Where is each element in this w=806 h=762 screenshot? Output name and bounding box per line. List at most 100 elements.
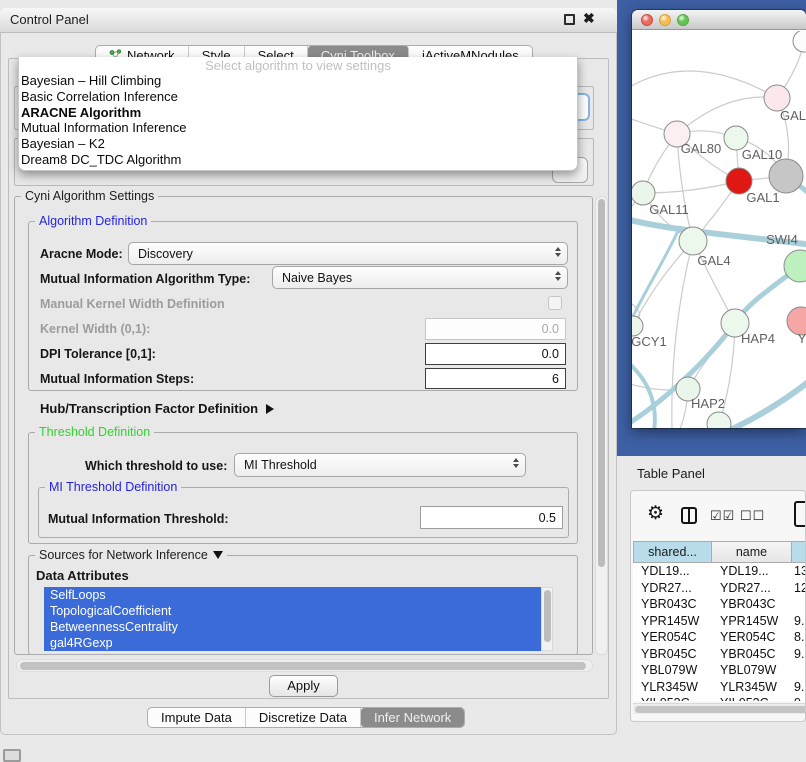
hub-definition-label: Hub/Transcription Factor Definition — [40, 401, 258, 416]
apply-button[interactable]: Apply — [269, 675, 338, 697]
table-panel-title: Table Panel — [637, 466, 705, 481]
table-cell: 13 — [792, 563, 806, 580]
attribute-item-selfloops[interactable]: SelfLoops — [44, 587, 541, 603]
network-window-titlebar — [632, 10, 806, 30]
dpi-tolerance-label: DPI Tolerance [0,1]: — [40, 347, 156, 361]
deselect-all-checkboxes-icon[interactable]: ☐☐ — [740, 508, 765, 524]
tab-infer-network[interactable]: Infer Network — [361, 708, 464, 727]
node-label-gal4: GAL4 — [697, 253, 730, 268]
control-panel-title: Control Panel — [10, 12, 89, 27]
table-horizontal-scrollbar[interactable] — [633, 703, 805, 714]
table-row[interactable]: YPR145WYPR145W9. — [633, 613, 806, 630]
algorithm-dropdown-list: Bayesian – Hill ClimbingBasic Correlatio… — [19, 73, 577, 168]
minimize-window-icon[interactable] — [659, 14, 671, 26]
network-edge-highlighted[interactable] — [728, 379, 806, 428]
scrollbar-thumb[interactable] — [598, 199, 605, 567]
node-top-right[interactable] — [793, 31, 806, 52]
table-cell: YIL052C — [712, 695, 792, 701]
close-window-icon[interactable] — [641, 14, 653, 26]
table-cell: YLR345W — [712, 679, 792, 696]
kernel-width-input[interactable] — [425, 318, 566, 340]
tab-impute-data[interactable]: Impute Data — [148, 708, 246, 727]
table-row[interactable]: YBR045CYBR045C9. — [633, 646, 806, 663]
network-edge[interactable] — [677, 97, 777, 134]
float-window-icon[interactable] — [564, 14, 575, 25]
which-threshold-combo[interactable]: MI Threshold — [234, 453, 526, 477]
table-cell: 9. — [792, 679, 806, 696]
table-row[interactable]: YLR345WYLR345W9. — [633, 679, 806, 696]
collapsed-arrow-icon — [266, 404, 274, 414]
node-label-hap4: HAP4 — [741, 331, 775, 346]
algorithm-option-dream8-dc-tdc-algorithm[interactable]: Dream8 DC_TDC Algorithm — [19, 152, 577, 168]
table-row[interactable]: YER054CYER054C8. — [633, 629, 806, 646]
zoom-window-icon[interactable] — [677, 14, 689, 26]
node-gcy1[interactable] — [632, 316, 643, 336]
node-gal4[interactable] — [679, 227, 707, 255]
table-cell: YIL052C — [633, 695, 712, 701]
mi-steps-input[interactable] — [425, 368, 566, 389]
algorithm-option-basic-correlation-inference[interactable]: Basic Correlation Inference — [19, 89, 577, 105]
column-layout-icon[interactable] — [681, 507, 697, 524]
network-edge[interactable] — [632, 71, 777, 98]
settings-vertical-scrollbar[interactable] — [595, 196, 608, 655]
dpi-tolerance-input[interactable] — [425, 343, 566, 365]
table-row[interactable]: YBL079WYBL079W — [633, 662, 806, 679]
mi-threshold-input[interactable] — [420, 506, 563, 529]
attribute-item-gal4rgexp[interactable]: gal4RGexp — [44, 635, 541, 651]
mi-algorithm-type-combo[interactable]: Naive Bayes — [272, 266, 568, 289]
column-header-3[interactable] — [792, 541, 806, 563]
manual-kernel-checkbox[interactable] — [548, 296, 562, 310]
table-cell: 9. — [792, 646, 806, 663]
table-row[interactable]: YIL052CYIL052C9 — [633, 695, 806, 701]
algorithm-option-bayesian-k2[interactable]: Bayesian – K2 — [19, 136, 577, 152]
close-panel-icon[interactable]: ✖ — [583, 10, 595, 26]
table-cell: YBL079W — [633, 662, 712, 679]
attribute-item-betweennesscentrality[interactable]: BetweennessCentrality — [44, 619, 541, 635]
sources-legend[interactable]: Sources for Network Inference — [35, 548, 227, 562]
algorithm-option-aracne-algorithm[interactable]: ARACNE Algorithm — [19, 105, 577, 121]
table-cell: YDR27... — [712, 580, 792, 597]
node-gray[interactable] — [769, 159, 803, 193]
node-label-swi4: SWI4 — [766, 232, 798, 247]
column-header-name[interactable]: name — [712, 541, 792, 563]
tab-label: Impute Data — [161, 710, 232, 725]
node-bottom[interactable] — [707, 412, 731, 428]
mi-threshold-label: Mutual Information Threshold: — [48, 512, 229, 526]
table-cell: YBR045C — [712, 646, 792, 663]
gear-icon[interactable]: ⚙ — [647, 504, 664, 524]
scrollbar-thumb[interactable] — [20, 662, 586, 670]
column-header-shared-[interactable]: shared... — [633, 541, 712, 563]
stepper-arrows-icon — [555, 271, 561, 281]
application-root: Control Panel ✖ NetworkStyleSelectCyni T… — [0, 0, 806, 762]
sources-legend-text: Sources for Network Inference — [39, 548, 208, 562]
algorithm-definition-legend: Algorithm Definition — [35, 214, 151, 228]
attribute-list-scrollbar[interactable] — [541, 587, 553, 651]
algorithm-option-mutual-information-inference[interactable]: Mutual Information Inference — [19, 120, 577, 136]
scrollbar-thumb[interactable] — [635, 706, 806, 713]
attribute-item-topologicalcoefficient[interactable]: TopologicalCoefficient — [44, 603, 541, 619]
node-label-gal1: GAL1 — [746, 190, 779, 205]
network-canvas[interactable]: GALGAL80GAL10GAL1GAL11SWI4GAL4GCY1HAP4YH… — [632, 31, 806, 428]
panel-corner-icon[interactable] — [3, 749, 21, 762]
scrollbar-thumb[interactable] — [544, 590, 551, 642]
table-row[interactable]: YDR27...YDR27...12 — [633, 580, 806, 597]
stepper-arrows-icon — [555, 247, 561, 257]
table-row[interactable]: YDL19...YDL19...13 — [633, 563, 806, 580]
select-all-checkboxes-icon[interactable]: ☑☑ — [710, 508, 735, 524]
export-table-icon[interactable] — [794, 501, 806, 527]
aracne-mode-label: Aracne Mode: — [40, 247, 123, 261]
table-row[interactable]: YBR043CYBR043C — [633, 596, 806, 613]
aracne-mode-combo[interactable]: Discovery — [128, 242, 568, 265]
node-label-gal80: GAL80 — [681, 141, 721, 156]
table-cell — [792, 596, 806, 613]
algorithm-option-bayesian-hill-climbing[interactable]: Bayesian – Hill Climbing — [19, 73, 577, 89]
hub-definition-section[interactable]: Hub/Transcription Factor Definition — [40, 401, 274, 416]
settings-horizontal-scrollbar[interactable] — [16, 659, 593, 672]
data-attributes-list[interactable]: SelfLoopsTopologicalCoefficientBetweenne… — [44, 587, 541, 651]
table-cell: YPR145W — [712, 613, 792, 630]
network-edge[interactable] — [643, 181, 739, 193]
table-cell: YDL19... — [633, 563, 712, 580]
tab-discretize-data[interactable]: Discretize Data — [246, 708, 361, 727]
which-threshold-value: MI Threshold — [244, 458, 317, 472]
node-label-gal: GAL — [780, 108, 806, 123]
